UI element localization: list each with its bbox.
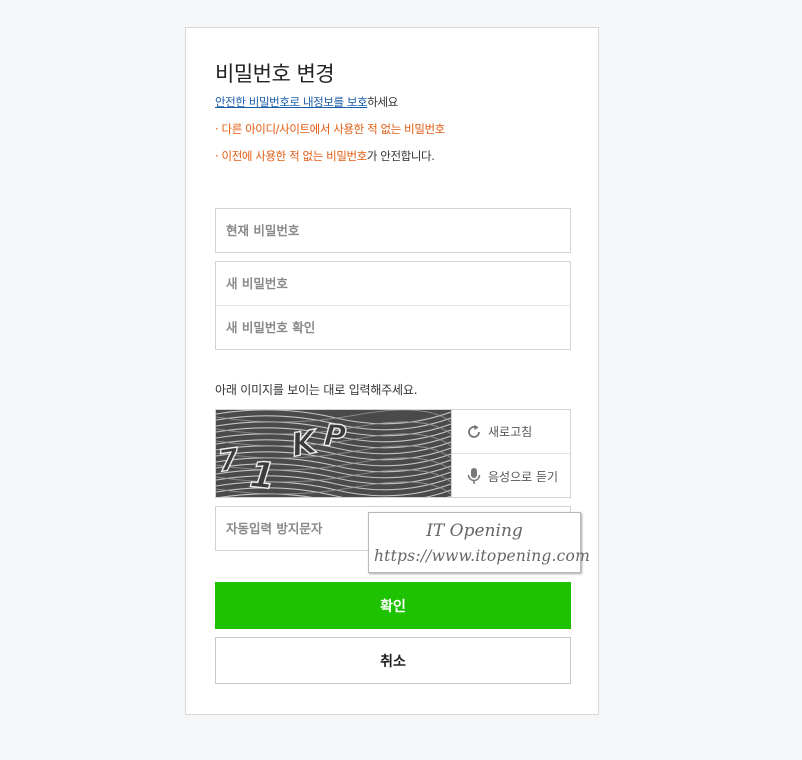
svg-text:P: P bbox=[323, 418, 347, 454]
rule-not-used-before: · 이전에 사용한 적 없는 비밀번호가 안전합니다. bbox=[215, 148, 435, 164]
description: 안전한 비밀번호로 내정보를 보호하세요 bbox=[215, 94, 398, 110]
captcha-refresh-label: 새로고침 bbox=[488, 425, 533, 439]
refresh-icon bbox=[468, 424, 480, 438]
new-password-input[interactable] bbox=[216, 262, 570, 305]
rule-not-used-elsewhere: · 다른 아이디/사이트에서 사용한 적 없는 비밀번호 bbox=[215, 122, 445, 136]
protect-info-link[interactable]: 안전한 비밀번호로 내정보를 보호 bbox=[215, 95, 368, 109]
page-title: 비밀번호 변경 bbox=[215, 62, 335, 86]
captcha-box: 7 1 K P 새로고침 음성으로 듣기 bbox=[215, 409, 571, 498]
captcha-audio-button[interactable]: 음성으로 듣기 bbox=[452, 454, 570, 498]
watermark-title: IT Opening bbox=[426, 521, 523, 541]
description-tail: 하세요 bbox=[367, 95, 398, 109]
confirm-password-input[interactable] bbox=[216, 306, 570, 349]
current-password-input[interactable] bbox=[216, 209, 570, 252]
captcha-guide: 아래 이미지를 보이는 대로 입력해주세요. bbox=[215, 383, 418, 397]
current-password-field bbox=[215, 208, 571, 253]
rule-tail-text: 가 안전합니다. bbox=[366, 149, 435, 163]
captcha-controls: 새로고침 음성으로 듣기 bbox=[451, 410, 570, 497]
confirm-button[interactable]: 확인 bbox=[215, 582, 571, 629]
cancel-button[interactable]: 취소 bbox=[215, 637, 571, 684]
new-password-field bbox=[215, 261, 571, 306]
password-change-card: 비밀번호 변경 안전한 비밀번호로 내정보를 보호하세요 · 다른 아이디/사이… bbox=[185, 27, 599, 715]
watermark: IT Opening https://www.itopening.com bbox=[368, 512, 590, 573]
microphone-icon bbox=[467, 468, 481, 484]
rule-warning-text: · 이전에 사용한 적 없는 비밀번호 bbox=[215, 149, 367, 163]
watermark-url: https://www.itopening.com bbox=[374, 547, 590, 565]
captcha-image: 7 1 K P bbox=[216, 410, 451, 497]
captcha-refresh-button[interactable]: 새로고침 bbox=[452, 410, 570, 454]
svg-text:1: 1 bbox=[248, 454, 277, 497]
confirm-password-field bbox=[215, 305, 571, 350]
captcha-audio-label: 음성으로 듣기 bbox=[488, 469, 559, 484]
